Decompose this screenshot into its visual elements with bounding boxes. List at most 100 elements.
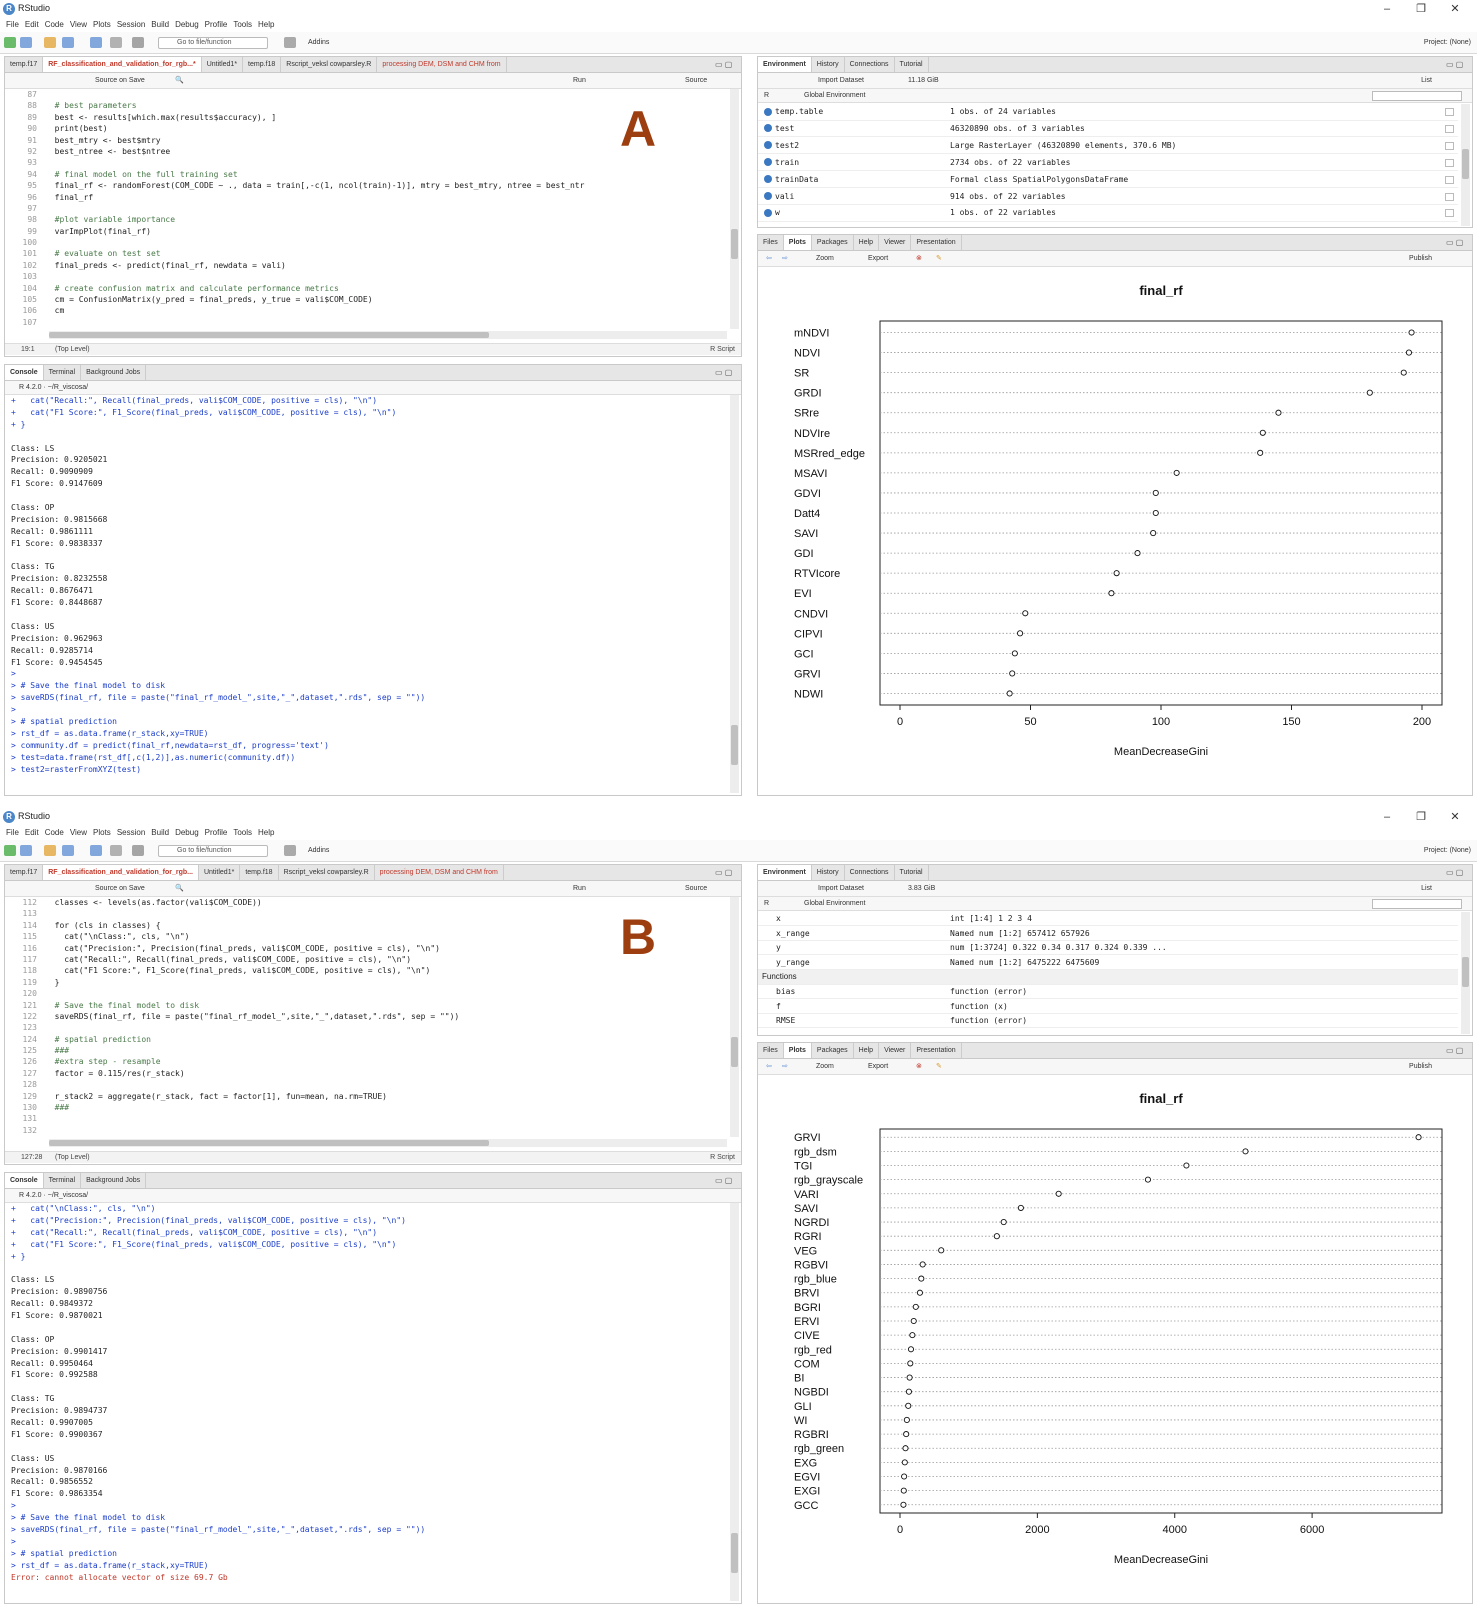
editor-tab[interactable]: temp.f18 [243, 57, 282, 72]
global-environment-selector[interactable]: Global Environment [804, 897, 865, 911]
code-text[interactable]: cm = ConfusionMatrix(y_pred = final_pred… [45, 295, 373, 304]
menu-item[interactable]: View [70, 18, 87, 32]
console-tab[interactable]: Background Jobs [81, 1173, 147, 1188]
publish-button[interactable]: Publish [1409, 1059, 1432, 1075]
minimize-icon[interactable]: – [1370, 0, 1404, 18]
code-text[interactable]: ### [45, 1046, 69, 1055]
scroll-thumb[interactable] [49, 332, 489, 338]
menu-item[interactable]: Help [258, 826, 274, 840]
code-text[interactable]: # create confusion matrix and calculate … [45, 284, 339, 293]
view-data-icon[interactable] [1445, 175, 1454, 184]
environment-row[interactable]: test 46320890 obs. of 3 variables [758, 121, 1458, 138]
code-text[interactable]: classes <- levels(as.factor(vali$COM_COD… [45, 898, 262, 907]
menu-item[interactable]: Code [45, 18, 64, 32]
editor-tab[interactable]: Rscript_veksl cowparsley.R [281, 57, 378, 72]
plots-tab[interactable]: Plots [783, 235, 812, 250]
menu-item[interactable]: Build [151, 826, 169, 840]
code-text[interactable]: } [45, 978, 60, 987]
file-type-selector[interactable]: R Script [710, 344, 735, 356]
goto-file-input[interactable]: Go to file/function [158, 37, 268, 49]
console-tab[interactable]: Console [5, 365, 44, 380]
view-data-icon[interactable] [1445, 108, 1454, 116]
search-icon[interactable]: 🔍 [175, 73, 184, 89]
code-text[interactable]: cat("\nClass:", cls, "\n") [45, 932, 189, 941]
code-text[interactable]: #plot variable importance [45, 215, 175, 224]
environment-search-input[interactable] [1372, 899, 1462, 909]
pane-controls-icon[interactable]: ▭ ▢ [1446, 238, 1468, 247]
expand-object-icon[interactable] [764, 124, 772, 133]
grid-icon[interactable] [284, 37, 296, 48]
code-text[interactable]: final_rf [45, 193, 94, 202]
goto-file-input[interactable]: Go to file/function [158, 845, 268, 857]
menu-item[interactable]: View [70, 826, 87, 840]
pane-controls-icon[interactable]: ▭ ▢ [715, 1176, 737, 1185]
code-text[interactable]: cm [45, 306, 65, 315]
editor-tab[interactable]: RF_classification_and_validation_for_rgb… [43, 865, 199, 880]
plots-tab[interactable]: Viewer [879, 235, 912, 250]
environment-row[interactable]: train 2734 obs. of 22 variables [758, 155, 1458, 172]
menu-item[interactable]: Profile [205, 18, 228, 32]
console-tab[interactable]: Terminal [44, 365, 82, 380]
back-arrow-icon[interactable]: ⇦ [766, 251, 772, 267]
toolbar-button-icon[interactable] [132, 845, 144, 856]
scroll-thumb[interactable] [1462, 149, 1469, 179]
menu-item[interactable]: Session [117, 18, 145, 32]
remove-plot-icon[interactable]: ⊗ [916, 1059, 922, 1075]
expand-object-icon[interactable] [764, 175, 772, 184]
editor-hscroll[interactable] [49, 331, 727, 339]
pane-controls-icon[interactable]: ▭ ▢ [715, 60, 737, 69]
pane-controls-icon[interactable]: ▭ ▢ [1446, 1046, 1468, 1055]
expand-object-icon[interactable] [764, 107, 772, 116]
list-view-selector[interactable]: List [1421, 73, 1432, 89]
toolbar-button-icon[interactable] [20, 845, 32, 856]
editor-tab[interactable]: temp.f17 [5, 865, 44, 880]
pane-controls-icon[interactable]: ▭ ▢ [715, 368, 737, 377]
scroll-thumb[interactable] [731, 229, 738, 259]
project-menu[interactable]: Project: (None) [1424, 845, 1471, 857]
source-button[interactable]: Source [685, 73, 707, 89]
environment-row[interactable]: bias function (error) [758, 985, 1458, 1000]
editor-tab[interactable]: Untitled1* [202, 57, 244, 72]
environment-tab[interactable]: Tutorial [895, 865, 929, 880]
minimize-icon[interactable]: – [1370, 808, 1404, 826]
toolbar-button-icon[interactable] [4, 37, 16, 48]
code-text[interactable]: r_stack2 = aggregate(r_stack, fact = fac… [45, 1092, 387, 1101]
console-vscroll[interactable] [730, 395, 739, 793]
menu-item[interactable]: Tools [233, 826, 252, 840]
grid-icon[interactable] [284, 845, 296, 856]
code-text[interactable]: # spatial prediction [45, 1035, 151, 1044]
pane-controls-icon[interactable]: ▭ ▢ [715, 868, 737, 877]
pane-controls-icon[interactable]: ▭ ▢ [1446, 868, 1468, 877]
code-text[interactable]: #extra step - resample [45, 1057, 161, 1066]
plots-tab[interactable]: Packages [812, 1043, 854, 1058]
plots-tab[interactable]: Help [854, 1043, 880, 1058]
remove-plot-icon[interactable]: ⊗ [916, 251, 922, 267]
expand-object-icon[interactable] [764, 208, 772, 217]
environment-row[interactable]: x_range Named num [1:2] 657412 657926 [758, 927, 1458, 941]
toolbar-button-icon[interactable] [62, 845, 74, 856]
menu-item[interactable]: Code [45, 826, 64, 840]
broom-icon[interactable]: ✎ [936, 251, 942, 267]
file-type-selector[interactable]: R Script [710, 1152, 735, 1164]
expand-object-icon[interactable] [764, 192, 772, 200]
code-text[interactable]: ### [45, 1103, 69, 1112]
code-text[interactable]: # final model on the full training set [45, 170, 238, 179]
view-data-icon[interactable] [1445, 158, 1454, 167]
toolbar-button-icon[interactable] [44, 37, 56, 48]
plots-tab[interactable]: Packages [812, 235, 854, 250]
menu-item[interactable]: Plots [93, 826, 111, 840]
plots-tab[interactable]: Files [758, 235, 784, 250]
forward-arrow-icon[interactable]: ⇨ [782, 251, 788, 267]
menu-item[interactable]: Build [151, 18, 169, 32]
view-data-icon[interactable] [1445, 141, 1454, 150]
list-view-selector[interactable]: List [1421, 881, 1432, 897]
environment-row[interactable]: RMSE function (error) [758, 1014, 1458, 1029]
forward-arrow-icon[interactable]: ⇨ [782, 1059, 788, 1075]
code-text[interactable]: best <- results[which.max(results$accura… [45, 113, 277, 122]
menu-item[interactable]: Session [117, 826, 145, 840]
addins-menu[interactable]: Addins [308, 845, 329, 857]
scroll-thumb[interactable] [731, 1037, 738, 1067]
menu-item[interactable]: Debug [175, 826, 199, 840]
environment-vscroll[interactable] [1461, 104, 1470, 226]
view-data-icon[interactable] [1445, 124, 1454, 133]
